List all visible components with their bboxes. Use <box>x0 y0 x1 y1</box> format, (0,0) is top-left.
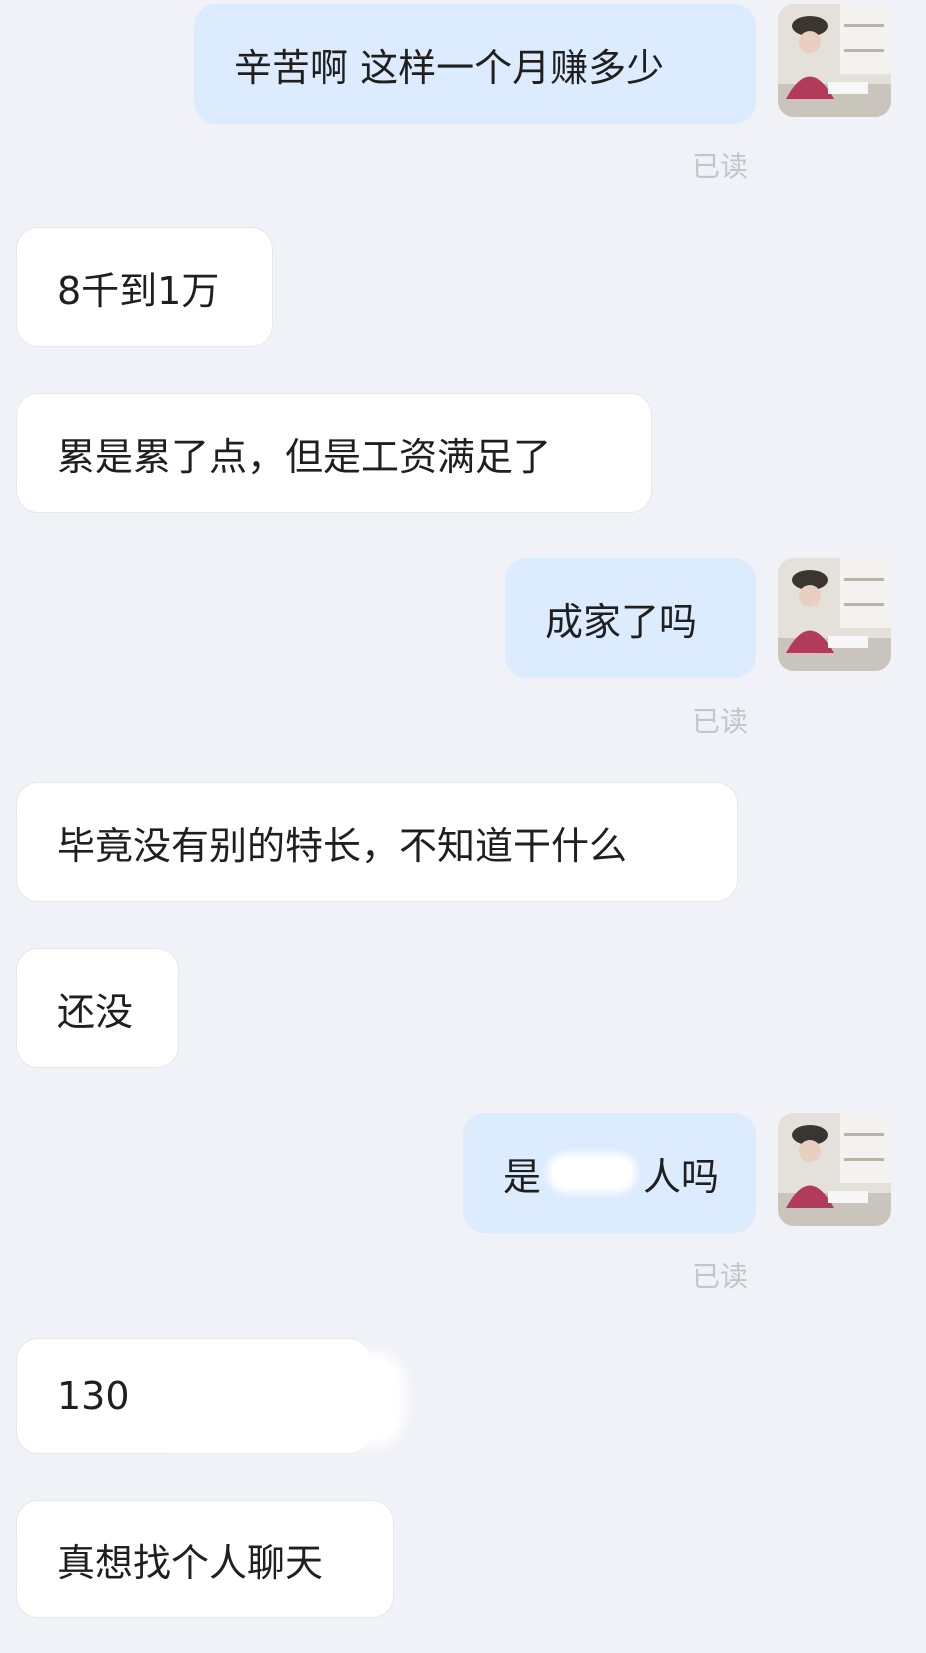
avatar-photo-icon <box>778 558 891 671</box>
avatar-photo-icon <box>778 4 891 117</box>
message-bubble-outgoing[interactable]: 成家了吗 <box>505 558 756 678</box>
message-bubble-incoming[interactable]: 毕竟没有别的特长，不知道干什么 <box>16 782 738 902</box>
redacted-region <box>547 1153 638 1193</box>
message-bubble-incoming[interactable]: 8千到1万 <box>16 227 273 347</box>
message-bubble-incoming[interactable]: 累是累了点，但是工资满足了 <box>16 393 652 513</box>
redacted-region <box>150 1352 405 1447</box>
message-text: 辛苦啊 这样一个月赚多少 <box>234 45 665 90</box>
message-bubble-outgoing[interactable]: 辛苦啊 这样一个月赚多少 <box>194 4 756 124</box>
message-bubble-outgoing[interactable]: 是 人吗 <box>463 1113 756 1233</box>
message-text: 真想找个人聊天 <box>57 1540 324 1585</box>
message-text: 130 <box>57 1374 130 1418</box>
user-avatar[interactable] <box>778 558 891 671</box>
message-text: 8千到1万 <box>57 268 220 313</box>
message-text: 是 <box>503 1154 542 1199</box>
message-bubble-incoming[interactable]: 真想找个人聊天 <box>16 1500 394 1618</box>
message-text: 成家了吗 <box>545 599 698 644</box>
read-status: 已读 <box>692 1260 749 1293</box>
message-text: 毕竟没有别的特长，不知道干什么 <box>57 823 628 868</box>
read-status: 已读 <box>692 150 749 183</box>
message-text: 累是累了点，但是工资满足了 <box>57 434 552 479</box>
avatar-photo-icon <box>778 1113 891 1226</box>
message-text: 还没 <box>57 989 134 1034</box>
read-status: 已读 <box>692 705 749 738</box>
message-bubble-incoming[interactable]: 还没 <box>16 948 179 1068</box>
message-text-tail: 人吗 <box>643 1154 720 1199</box>
user-avatar[interactable] <box>778 1113 891 1226</box>
user-avatar[interactable] <box>778 4 891 117</box>
